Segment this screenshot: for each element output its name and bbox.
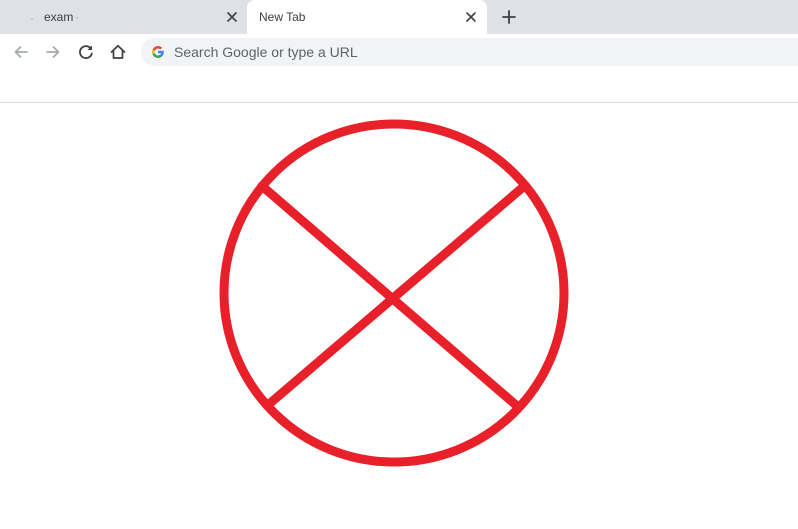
tab-strip: exam · New Tab: [0, 0, 798, 34]
reload-icon[interactable]: [76, 42, 96, 62]
tab-title: New Tab: [259, 10, 306, 24]
close-icon[interactable]: [224, 9, 240, 25]
google-g-icon: [151, 45, 165, 59]
tab-title-text: exam: [44, 10, 74, 24]
home-icon[interactable]: [108, 42, 128, 62]
circled-x-icon: [219, 119, 569, 467]
close-icon[interactable]: [463, 9, 479, 25]
plus-icon[interactable]: [499, 7, 519, 27]
page-content: [0, 103, 798, 529]
tab-exam[interactable]: exam ·: [0, 0, 247, 34]
tab-title: exam ·: [44, 10, 79, 24]
omnibox[interactable]: Search Google or type a URL: [141, 38, 798, 66]
tab-favicon-icon: [30, 15, 34, 20]
toolbar: Search Google or type a URL: [0, 34, 798, 70]
omnibox-placeholder: Search Google or type a URL: [174, 44, 358, 60]
tab-new-tab[interactable]: New Tab: [247, 0, 487, 34]
arrow-right-icon[interactable]: [43, 42, 63, 62]
arrow-left-icon[interactable]: [11, 42, 31, 62]
tab-title-tail: ·: [75, 10, 80, 24]
browser-window: exam · New Tab Search Google or type a U…: [0, 0, 798, 529]
